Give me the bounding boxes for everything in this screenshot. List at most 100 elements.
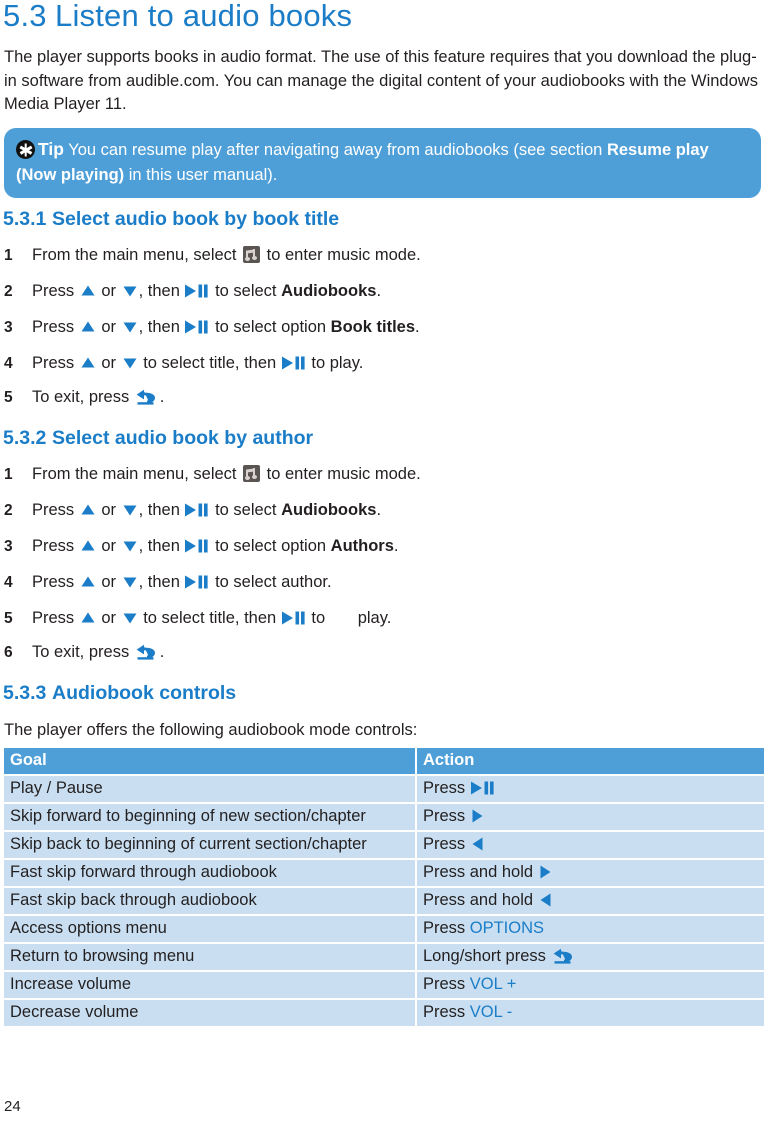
- play-pause-icon: [185, 284, 209, 298]
- table-cell-goal: Skip forward to beginning of new section…: [4, 802, 417, 831]
- arrow-left-icon: [540, 893, 551, 907]
- step-text: Press or , then to select Audiobooks.: [32, 282, 381, 300]
- section-intro-paragraph: The player supports books in audio forma…: [4, 48, 758, 113]
- inline-emphasis: Audiobooks: [281, 501, 377, 519]
- section-title: Listen to audio books: [55, 0, 353, 33]
- inline-text: Press: [423, 919, 470, 937]
- step-item: 3 Press or , then to select option Author…: [4, 535, 760, 558]
- tip-text-after: in this user manual).: [124, 166, 278, 184]
- inline-text: play.: [357, 609, 392, 627]
- table-cell-action: Press and hold: [416, 858, 764, 887]
- arrow-left-icon: [472, 837, 483, 851]
- table-cell-goal: Fast skip back through audiobook: [4, 886, 417, 915]
- tip-text-before: You can resume play after navigating awa…: [68, 141, 607, 159]
- tip-label: Tip: [38, 139, 64, 159]
- inline-text: Press: [32, 609, 79, 627]
- table-cell-goal: Play / Pause: [4, 774, 417, 803]
- step-item: 4 Press or to select title, then to play.: [4, 352, 760, 375]
- step-number: 6: [4, 644, 13, 661]
- table-cell-goal: Increase volume: [4, 970, 417, 999]
- step-item: 4 Press or , then to select author.: [4, 571, 760, 594]
- inline-text: To exit, press: [32, 388, 134, 406]
- step-number: 2: [4, 283, 13, 300]
- step-item: 2 Press or , then to select Audiobooks.: [4, 499, 760, 522]
- inline-emphasis: Audiobooks: [281, 282, 377, 300]
- inline-text: Press: [32, 354, 79, 372]
- step-text: Press or , then to select option Book ti…: [32, 318, 420, 336]
- inline-text: , then: [138, 537, 185, 555]
- arrow-up-icon: [81, 285, 95, 296]
- inline-text: Press: [423, 975, 470, 993]
- table-cell-action: Press VOL -: [416, 998, 764, 1026]
- arrow-right-icon: [540, 865, 551, 879]
- step-item: 1 From the main menu, select to enter mus…: [4, 463, 760, 486]
- inline-text: , then: [138, 318, 185, 336]
- table-row: Play / Pause Press: [4, 774, 764, 803]
- table-header-row: Goal Action: [4, 748, 764, 775]
- table-row: Return to browsing menu Long/short press: [4, 942, 764, 971]
- inline-text: .: [415, 318, 420, 336]
- arrow-down-icon: [123, 577, 137, 588]
- table-row: Decrease volume Press VOL -: [4, 998, 764, 1026]
- inline-emphasis: Book titles: [330, 318, 416, 336]
- step-text: Press or to select title, then to play.: [32, 609, 391, 627]
- table-row: Access options menu Press OPTIONS: [4, 914, 764, 943]
- table-cell-action: Press: [416, 802, 764, 831]
- inline-text: To exit, press: [32, 643, 134, 661]
- inline-text: Press: [32, 501, 79, 519]
- inline-text: or: [96, 609, 121, 627]
- table-cell-action: Press: [416, 830, 764, 859]
- inline-text: or: [96, 282, 121, 300]
- play-pause-icon: [185, 320, 209, 334]
- inline-text: or: [96, 501, 121, 519]
- step-text: To exit, press .: [32, 388, 164, 406]
- inline-text: or: [96, 318, 121, 336]
- inline-text: Press: [32, 537, 79, 555]
- table-row: Skip back to beginning of current sectio…: [4, 830, 764, 859]
- step-number: 4: [4, 574, 13, 591]
- play-pause-icon: [185, 503, 209, 517]
- inline-emphasis: Authors: [330, 537, 394, 555]
- asterisk-icon: [16, 140, 35, 159]
- button-name-label: VOL +: [469, 975, 517, 993]
- subsection-title: Select audio book by author: [52, 427, 314, 449]
- inline-text: Press: [32, 573, 79, 591]
- step-item: 3 Press or , then to select option Book t…: [4, 316, 760, 339]
- tip-callout: Tip You can resume play after navigating…: [4, 128, 761, 198]
- table-row: Skip forward to beginning of new section…: [4, 802, 764, 831]
- step-text: Press or to select title, then to play.: [32, 354, 363, 372]
- inline-text: to select title, then: [138, 354, 281, 372]
- inline-text: , then: [138, 282, 185, 300]
- step-text: To exit, press .: [32, 643, 164, 661]
- inline-text: , then: [138, 573, 185, 591]
- arrow-up-icon: [81, 321, 95, 332]
- step-text: Press or , then to select option Authors…: [32, 537, 399, 555]
- play-pause-icon: [281, 356, 305, 370]
- inline-text: to select: [210, 501, 282, 519]
- inline-text: Press: [32, 282, 79, 300]
- table-cell-action: Press OPTIONS: [416, 914, 764, 943]
- subsection-number: 5.3.3: [3, 682, 47, 704]
- back-arrow-icon: [136, 644, 155, 660]
- table-header-goal: Goal: [4, 748, 417, 775]
- table-cell-action: Press and hold: [416, 886, 764, 915]
- inline-text: to enter music mode.: [262, 465, 421, 483]
- subsection-heading-533: 5.3.3 Audiobook controls: [3, 682, 236, 705]
- subsection-heading-532: 5.3.2 Select audio book by author: [3, 427, 313, 450]
- table-header-action: Action: [416, 748, 764, 775]
- inline-text: to select title, then: [138, 609, 281, 627]
- arrow-down-icon: [123, 286, 137, 297]
- table-cell-action: Long/short press: [416, 942, 764, 971]
- step-number: 4: [4, 355, 13, 372]
- step-number: 2: [4, 502, 13, 519]
- arrow-down-icon: [123, 322, 137, 333]
- audiobook-controls-table: Goal Action Play / Pause Press Skip forwa…: [4, 748, 764, 1026]
- step-number: 1: [4, 247, 13, 264]
- inline-text: to play.: [306, 354, 364, 372]
- table-cell-goal: Access options menu: [4, 914, 417, 943]
- inline-text: .: [393, 537, 399, 555]
- arrow-down-icon: [123, 505, 137, 516]
- subsection-number: 5.3.1: [3, 208, 47, 230]
- step-text: Press or , then to select Audiobooks.: [32, 501, 381, 519]
- step-item: 1 From the main menu, select to enter mus…: [4, 244, 760, 267]
